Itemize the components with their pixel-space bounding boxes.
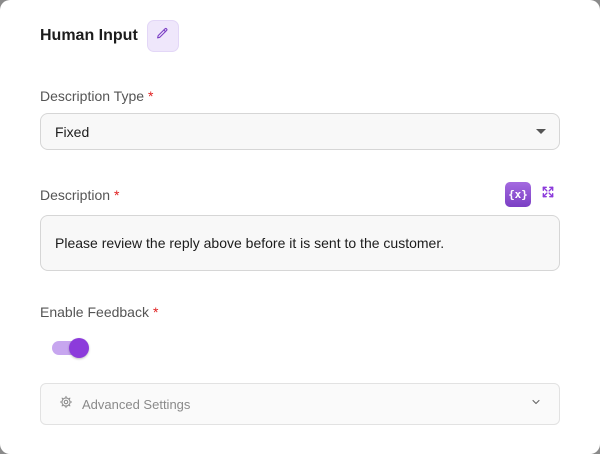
- node-title: Human Input: [40, 27, 138, 44]
- description-label: Description *: [40, 187, 119, 203]
- description-textarea[interactable]: Please review the reply above before it …: [40, 215, 560, 271]
- enable-feedback-label: Enable Feedback *: [40, 304, 158, 320]
- advanced-settings-header: Advanced Settings: [59, 395, 190, 414]
- human-input-dialog: Human Input Description Type * Fixed Desc…: [0, 0, 600, 454]
- edit-title-button[interactable]: [146, 20, 179, 52]
- gear-icon: [59, 395, 73, 414]
- advanced-settings-accordion[interactable]: Advanced Settings: [40, 383, 560, 425]
- description-type-label-text: Description Type: [40, 88, 145, 104]
- toggle-knob: [69, 338, 89, 358]
- description-type-value: Fixed: [55, 123, 90, 140]
- advanced-settings-label: Advanced Settings: [82, 396, 191, 412]
- required-asterisk: *: [148, 88, 154, 104]
- description-text: Please review the reply above before it …: [55, 235, 445, 251]
- insert-variable-button[interactable]: {x}: [505, 182, 531, 207]
- node-header: Human Input: [40, 20, 179, 52]
- variable-icon: {x}: [508, 188, 528, 201]
- description-type-select[interactable]: Fixed: [40, 113, 560, 150]
- caret-down-icon: [536, 129, 546, 134]
- enable-feedback-label-text: Enable Feedback: [40, 304, 149, 320]
- description-label-text: Description: [40, 187, 111, 203]
- description-type-label: Description Type *: [40, 88, 153, 104]
- chevron-down-icon: [530, 395, 542, 413]
- expand-icon: [541, 185, 555, 204]
- required-asterisk: *: [114, 187, 120, 203]
- enable-feedback-toggle[interactable]: [52, 338, 90, 358]
- required-asterisk: *: [152, 304, 159, 320]
- pencil-icon: [156, 27, 169, 45]
- expand-editor-button[interactable]: [539, 186, 556, 203]
